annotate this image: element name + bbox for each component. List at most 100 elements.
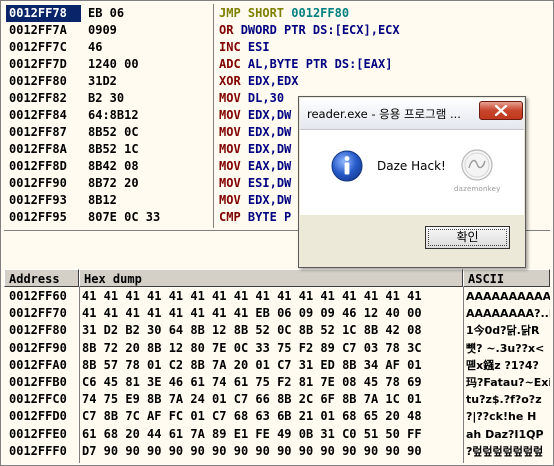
instruction-operands: EDX,DW [247, 108, 292, 122]
disasm-row[interactable]: 0012FF7D 1240 00 ADC AL,BYTE PTR DS:[EAX] [4, 56, 550, 73]
dump-bytes: 31 D2 B2 30 64 8B 12 8B 52 0C 8B 52 1C 8… [82, 323, 422, 338]
disasm-instruction: MOV EDX,DW [219, 141, 291, 158]
address-column-header[interactable]: Address [4, 269, 79, 287]
dump-row[interactable]: 0012FF60 41 41 41 41 41 41 41 41 41 41 41… [4, 289, 550, 305]
instruction-operands: 0012FF80 [291, 6, 350, 20]
instruction-mnemonic: JMP SHORT [219, 6, 285, 20]
dialog-title: reader.exe - 응용 프로그램 ... [307, 107, 461, 121]
disasm-opcode-bytes: 8B42 08 [88, 159, 139, 173]
dump-row[interactable]: 0012FFB0 C6 45 81 3E 46 61 74 61 75 F2 81… [4, 375, 550, 391]
instruction-mnemonic: OR [219, 23, 234, 37]
disasm-address: 0012FF7A [9, 23, 67, 37]
disasm-address: 0012FF84 [9, 108, 67, 122]
disasm-address: 0012FF7D [9, 57, 67, 71]
disasm-row[interactable]: 0012FF78 EB 06 JMP SHORT 0012FF80 [4, 5, 550, 22]
debugger-window: 0012FF78 EB 06 JMP SHORT 0012FF80 0012FF7A 0… [0, 0, 554, 466]
disasm-row[interactable]: 0012FF80 31D2 XOR EDX,EDX [4, 73, 550, 90]
dump-ascii: 뻇? ~.3u??x< [466, 341, 545, 355]
disasm-instruction: INC ESI [219, 39, 270, 56]
dump-row[interactable]: 0012FFC0 74 75 E9 8B 7A 24 01 C7 66 8B 2C… [4, 392, 550, 408]
disasm-address: 0012FF80 [9, 74, 67, 88]
disasm-row[interactable]: 0012FF7C 46 INC ESI [4, 39, 550, 56]
instruction-mnemonic: MOV [219, 193, 241, 207]
dump-ascii: ?|??ck!he H [466, 410, 537, 424]
dump-row[interactable]: 0012FFF0 D7 90 90 90 90 90 90 90 90 90 90… [4, 444, 550, 460]
disasm-instruction: MOV EAX,DW [219, 158, 291, 175]
disasm-instruction: OR DWORD PTR DS:[ECX],ECX [219, 22, 400, 39]
disasm-instruction: CMP BYTE P [219, 209, 291, 226]
disasm-opcode-bytes: 8B72 20 [88, 176, 139, 190]
disasm-address: 0012FF87 [9, 125, 67, 139]
dump-bytes: 41 41 41 41 41 41 41 41 41 41 41 41 41 4… [82, 289, 422, 303]
dump-row[interactable]: 0012FFE0 61 68 20 44 61 7A 89 E1 FE 49 0B… [4, 427, 550, 443]
dump-ascii: 玛?Fatau?~Exi [466, 376, 550, 389]
disasm-instruction: MOV EDX,DW [219, 124, 291, 141]
disasm-instruction: XOR EDX,EDX [219, 73, 299, 90]
disasm-instruction: MOV ESI,DW [219, 175, 291, 192]
disasm-opcode-bytes: 64:8B12 [88, 108, 139, 122]
instruction-operands: EAX,DW [247, 159, 292, 173]
instruction-mnemonic: XOR [219, 74, 241, 88]
dump-address: 0012FFF0 [9, 443, 67, 458]
disasm-opcode-bytes: 0909 [88, 23, 117, 37]
dump-ascii: 뗻x鏹z ?1?4? [466, 358, 539, 372]
dump-row[interactable]: 0012FFA0 8B 57 78 01 C2 8B 7A 20 01 C7 31… [4, 358, 550, 374]
disasm-opcode-bytes: 8B52 1C [88, 142, 139, 156]
disasm-opcode-bytes: EB 06 [88, 6, 125, 20]
dazemonkey-logo [461, 149, 493, 181]
ascii-column-header[interactable]: ASCII [463, 269, 550, 287]
message-dialog: reader.exe - 응용 프로그램 ... Daze Hack! daze… [298, 96, 526, 268]
instruction-operands: DL,30 [247, 91, 285, 105]
dialog-body: Daze Hack! dazemonkey [300, 130, 524, 215]
disasm-instruction: JMP SHORT 0012FF80 [219, 5, 349, 22]
dump-address: 0012FF60 [9, 289, 67, 303]
instruction-mnemonic: MOV [219, 91, 241, 105]
instruction-operands: ESI [247, 40, 270, 54]
disasm-instruction: MOV EDX,DW [219, 107, 291, 124]
disasm-address: 0012FF7C [9, 40, 67, 54]
dump-row[interactable]: 0012FF90 8B 72 20 8B 12 80 7E 0C 33 75 F2… [4, 341, 550, 357]
disasm-instruction: MOV DL,30 [219, 90, 284, 107]
disasm-row[interactable]: 0012FF7A 0909 OR DWORD PTR DS:[ECX],ECX [4, 22, 550, 39]
dump-bytes: 8B 57 78 01 C2 8B 7A 20 01 C7 31 ED 8B 3… [82, 357, 422, 372]
dump-address: 0012FF80 [9, 323, 67, 338]
disasm-opcode-bytes: 1240 00 [88, 57, 139, 71]
dump-row[interactable]: 0012FF80 31 D2 B2 30 64 8B 12 8B 52 0C 8B… [4, 323, 550, 339]
dump-address: 0012FF90 [9, 340, 67, 355]
dump-bytes: C6 45 81 3E 46 61 74 61 75 F2 81 7E 08 4… [82, 375, 422, 389]
instruction-mnemonic: CMP [219, 210, 241, 224]
close-button[interactable] [479, 101, 523, 120]
info-icon [331, 150, 363, 182]
dump-ascii: AAAAAAAAAAAAAAAA [466, 290, 550, 303]
instruction-operands: EDX,DW [247, 125, 292, 139]
disasm-opcode-bytes: 807E 0C 33 [88, 210, 161, 224]
instruction-mnemonic: INC [219, 40, 241, 54]
disasm-address: 0012FF78 [6, 5, 81, 22]
dump-address: 0012FFB0 [9, 375, 67, 389]
disasm-address: 0012FF95 [9, 210, 67, 224]
disasm-instruction: MOV EDX,DW [219, 192, 291, 209]
ok-button[interactable]: 확인 [425, 226, 510, 249]
instruction-operands: EDX,DW [247, 142, 292, 156]
hex-column-header[interactable]: Hex dump [79, 269, 463, 287]
dump-ascii: 1今0d?닭.닭R [466, 324, 540, 338]
dump-bytes: 61 68 20 44 61 7A 89 E1 FE 49 0B 31 C0 5… [82, 426, 422, 441]
dump-ascii: AAAAAAAA?..F@. [466, 307, 550, 321]
logo-caption: dazemonkey [454, 185, 501, 193]
close-icon [494, 105, 508, 116]
instruction-operands: EDX,EDX [247, 74, 299, 88]
instruction-operands: ESI,DW [247, 176, 292, 190]
dump-ascii: tu?z$.?f?o?z [466, 393, 542, 407]
dump-bytes: 74 75 E9 8B 7A 24 01 C7 66 8B 2C 6F 8B 7… [82, 392, 422, 407]
dump-ascii: ah Daz?I1QP [466, 427, 544, 441]
dialog-titlebar[interactable]: reader.exe - 응용 프로그램 ... [300, 98, 524, 130]
dump-row[interactable]: 0012FF70 41 41 41 41 41 41 41 41 EB 06 09… [4, 306, 550, 322]
disasm-opcode-bytes: B2 30 [88, 91, 125, 105]
disasm-instruction: ADC AL,BYTE PTR DS:[EAX] [219, 56, 392, 73]
dump-address: 0012FFE0 [9, 426, 67, 441]
hex-dump-pane[interactable]: Address Hex dump ASCII 0012FF60 41 41 41 … [4, 269, 550, 463]
instruction-operands: BYTE P [247, 210, 292, 224]
instruction-operands: DWORD PTR DS:[ECX],ECX [240, 23, 400, 37]
instruction-mnemonic: MOV [219, 176, 241, 190]
dump-row[interactable]: 0012FFD0 C7 8B 7C AF FC 01 C7 68 63 6B 21… [4, 409, 550, 425]
